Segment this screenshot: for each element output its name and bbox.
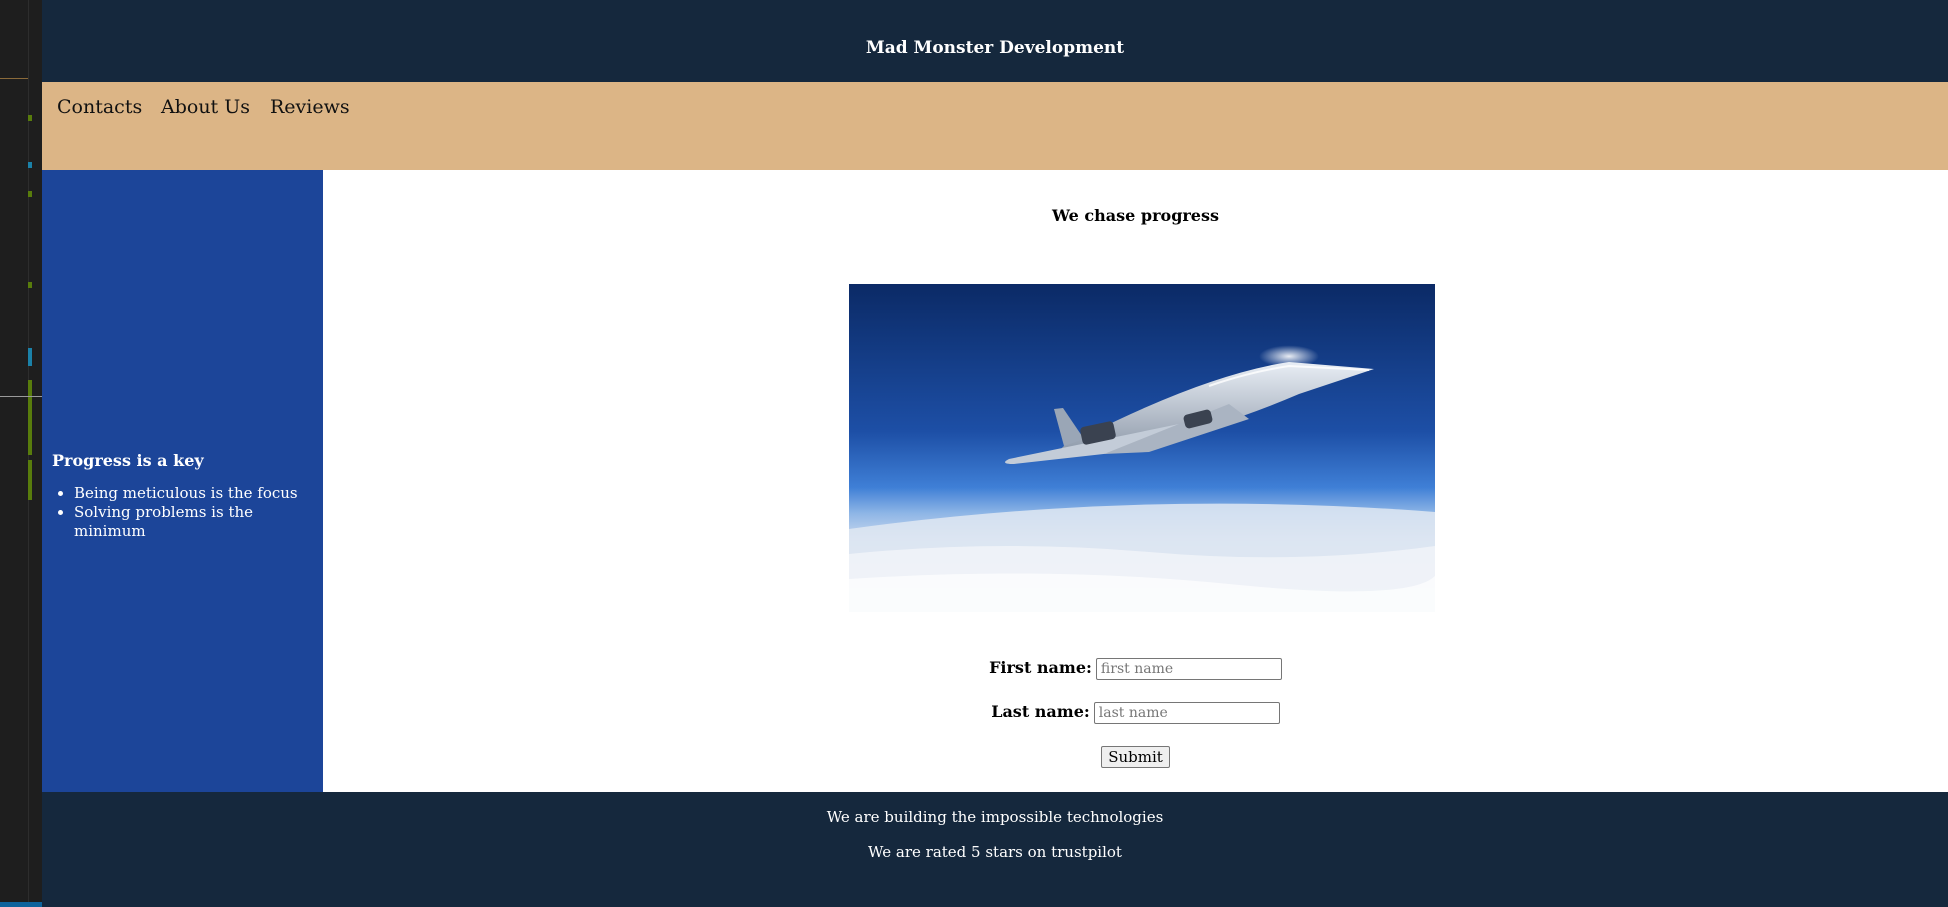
submit-row: Submit (323, 746, 1948, 768)
first-name-row: First name: (323, 658, 1948, 680)
sidebar-heading: Progress is a key (52, 451, 204, 470)
gutter-marker (28, 348, 32, 366)
nav-link-contacts[interactable]: Contacts (57, 96, 142, 118)
site-footer: We are building the impossible technolog… (42, 792, 1948, 907)
last-name-label: Last name: (991, 702, 1090, 721)
gutter-marker (28, 282, 32, 288)
last-name-input[interactable] (1093, 702, 1280, 724)
gutter-marker (28, 380, 32, 455)
sidebar-list-item: Solving problems is the minimum (74, 503, 323, 541)
gutter-marker (28, 191, 32, 197)
footer-line-2: We are rated 5 stars on trustpilot (868, 843, 1122, 861)
site-title: Mad Monster Development (865, 38, 1125, 58)
first-name-label: First name: (989, 658, 1092, 677)
nav-link-about-us[interactable]: About Us (161, 96, 250, 118)
footer-line-1: We are building the impossible technolog… (826, 808, 1164, 826)
status-bar-corner (0, 902, 42, 907)
main-heading: We chase progress (1051, 206, 1219, 225)
nav-link-reviews[interactable]: Reviews (270, 96, 350, 118)
web-page: Mad Monster Development Contacts About U… (42, 0, 1948, 907)
supersonic-jet-image (849, 284, 1435, 612)
sidebar-list: Being meticulous is the focus Solving pr… (42, 484, 323, 541)
submit-button[interactable]: Submit (1101, 746, 1170, 768)
gutter-marker (28, 162, 32, 168)
gutter-marker (0, 396, 42, 397)
nav-bar: Contacts About Us Reviews (42, 82, 1948, 170)
sidebar-list-item: Being meticulous is the focus (74, 484, 323, 503)
first-name-input[interactable] (1095, 658, 1282, 680)
gutter-marker (0, 78, 28, 79)
gutter-marker (28, 115, 32, 121)
last-name-row: Last name: (323, 702, 1948, 724)
gutter-marker (28, 460, 32, 500)
main-content: We chase progress First name:first name … (323, 170, 1948, 792)
sidebar: Progress is a key Being meticulous is th… (42, 170, 323, 792)
editor-gutter (0, 0, 42, 907)
site-header: Mad Monster Development (42, 0, 1948, 82)
